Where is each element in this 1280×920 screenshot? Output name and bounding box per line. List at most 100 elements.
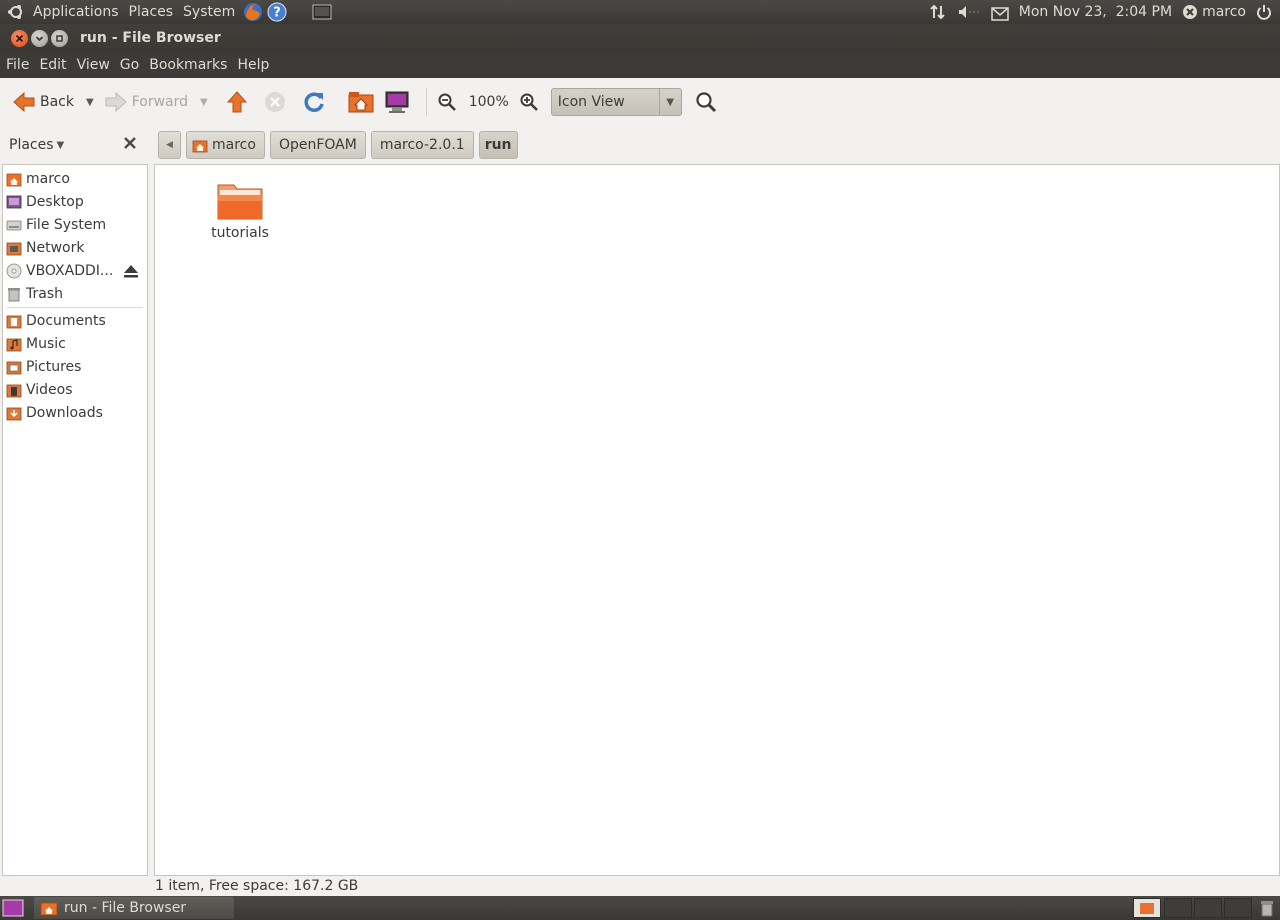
home-folder-icon bbox=[6, 173, 22, 186]
restore-icon bbox=[56, 34, 63, 42]
sidebar-separator bbox=[7, 307, 143, 308]
reload-icon bbox=[304, 92, 324, 112]
back-button[interactable]: Back bbox=[10, 85, 76, 119]
menu-go[interactable]: Go bbox=[115, 53, 144, 77]
file-item-tutorials[interactable]: tutorials bbox=[201, 181, 279, 241]
close-window-button[interactable] bbox=[11, 29, 28, 47]
forward-button[interactable]: Forward bbox=[102, 85, 190, 119]
volume-icon[interactable] bbox=[957, 3, 981, 21]
maximize-window-button[interactable] bbox=[51, 29, 68, 47]
show-desktop-icon[interactable] bbox=[312, 4, 332, 20]
sidebar-item-downloads[interactable]: Downloads bbox=[3, 401, 147, 424]
mail-icon[interactable] bbox=[990, 5, 1009, 21]
menu-bookmarks[interactable]: Bookmarks bbox=[144, 53, 232, 77]
file-view[interactable]: tutorials bbox=[154, 164, 1280, 876]
reload-button[interactable] bbox=[300, 85, 328, 119]
pathbar-scroll-left-button[interactable]: ◀ bbox=[158, 131, 181, 159]
status-bar: 1 item, Free space: 167.2 GB bbox=[155, 878, 359, 894]
trash-icon[interactable] bbox=[1258, 899, 1276, 917]
view-mode-select[interactable]: Icon View ▼ bbox=[550, 88, 682, 116]
menu-help[interactable]: Help bbox=[232, 53, 274, 77]
sidebar-item-label: Network bbox=[26, 239, 85, 256]
trash-applet[interactable] bbox=[1133, 898, 1161, 918]
sidebar-item-documents[interactable]: Documents bbox=[3, 309, 147, 332]
sidebar-item-label: Desktop bbox=[26, 193, 84, 210]
forward-history-dropdown[interactable]: ▼ bbox=[200, 97, 208, 108]
clock[interactable]: Mon Nov 23, 2:04 PM bbox=[1019, 0, 1172, 24]
breadcrumb-openfoam[interactable]: OpenFOAM bbox=[269, 131, 366, 159]
back-history-dropdown[interactable]: ▼ bbox=[86, 97, 94, 108]
breadcrumb-marco[interactable]: marco bbox=[186, 131, 265, 159]
sidebar-item-label: Videos bbox=[26, 381, 73, 398]
forward-label: Forward bbox=[131, 94, 189, 110]
menu-edit[interactable]: Edit bbox=[34, 53, 71, 77]
help-icon[interactable]: ? bbox=[266, 1, 288, 23]
view-mode-value: Icon View bbox=[557, 94, 625, 110]
menu-view[interactable]: View bbox=[72, 53, 115, 77]
up-button[interactable] bbox=[224, 85, 250, 119]
minimize-window-button[interactable] bbox=[31, 29, 48, 47]
eject-icon[interactable] bbox=[123, 263, 139, 279]
places-menu[interactable]: Places bbox=[124, 0, 179, 24]
breadcrumb-marco-2-0-1[interactable]: marco-2.0.1 bbox=[370, 131, 474, 159]
sidebar-item-trash[interactable]: Trash bbox=[3, 282, 147, 305]
zoom-out-button[interactable] bbox=[435, 85, 459, 119]
cdrom-icon bbox=[6, 263, 22, 278]
close-icon bbox=[15, 34, 24, 42]
close-sidebar-button[interactable] bbox=[122, 136, 138, 152]
firefox-icon[interactable] bbox=[242, 1, 264, 23]
sidebar-item-marco[interactable]: marco bbox=[3, 167, 147, 190]
system-menu[interactable]: System bbox=[178, 0, 240, 24]
taskbar-item-file-browser[interactable]: run - File Browser bbox=[34, 897, 234, 919]
home-folder-icon bbox=[40, 902, 58, 916]
network-icon bbox=[6, 242, 22, 255]
places-header-label: Places bbox=[9, 137, 54, 153]
folder-icon bbox=[217, 184, 263, 220]
workspace-4[interactable] bbox=[1224, 898, 1252, 918]
workspace-2[interactable] bbox=[1164, 898, 1192, 918]
network-indicator-icon[interactable] bbox=[929, 3, 947, 21]
sidebar-item-file-system[interactable]: File System bbox=[3, 213, 147, 236]
zoom-in-icon bbox=[520, 93, 538, 111]
videos-folder-icon bbox=[6, 384, 22, 397]
breadcrumb-run[interactable]: run bbox=[478, 131, 518, 159]
user-status-icon[interactable] bbox=[1182, 4, 1198, 20]
home-button[interactable] bbox=[346, 85, 376, 119]
breadcrumb-label: marco bbox=[212, 137, 256, 153]
taskbar-item-label: run - File Browser bbox=[64, 900, 187, 916]
sidebar-item-music[interactable]: Music bbox=[3, 332, 147, 355]
sidebar-item-label: Pictures bbox=[26, 358, 82, 375]
sidebar-item-videos[interactable]: Videos bbox=[3, 378, 147, 401]
power-icon[interactable] bbox=[1256, 4, 1272, 20]
trash-icon bbox=[8, 287, 20, 301]
chevron-down-icon: ▼ bbox=[658, 89, 681, 115]
computer-button[interactable] bbox=[382, 85, 412, 119]
show-desktop-icon[interactable] bbox=[2, 899, 24, 917]
ubuntu-logo-icon[interactable] bbox=[4, 0, 28, 24]
sidebar-item-label: Music bbox=[26, 335, 66, 352]
workspace-3[interactable] bbox=[1194, 898, 1222, 918]
bottom-panel: run - File Browser bbox=[0, 896, 1280, 920]
sidebar-item-vboxadditions[interactable]: VBOXADDI... bbox=[3, 259, 147, 282]
zoom-in-button[interactable] bbox=[517, 85, 541, 119]
applications-menu[interactable]: Applications bbox=[28, 0, 124, 24]
stop-button[interactable] bbox=[262, 85, 288, 119]
stop-icon bbox=[264, 92, 285, 112]
sidebar-item-pictures[interactable]: Pictures bbox=[3, 355, 147, 378]
downloads-folder-icon bbox=[6, 407, 22, 420]
menu-file[interactable]: File bbox=[1, 53, 34, 77]
breadcrumb-label: OpenFOAM bbox=[278, 137, 357, 153]
sidebar-item-label: Trash bbox=[26, 285, 63, 302]
search-button[interactable] bbox=[692, 85, 720, 119]
breadcrumb-label: marco-2.0.1 bbox=[379, 137, 465, 153]
window-title: run - File Browser bbox=[80, 30, 221, 46]
back-label: Back bbox=[40, 94, 74, 110]
breadcrumb-label: run bbox=[484, 137, 512, 153]
user-name[interactable]: marco bbox=[1202, 0, 1246, 24]
sidebar-item-network[interactable]: Network bbox=[3, 236, 147, 259]
sidebar-item-desktop[interactable]: Desktop bbox=[3, 190, 147, 213]
zoom-level[interactable]: 100% bbox=[469, 94, 509, 110]
sidebar-item-label: Downloads bbox=[26, 404, 103, 421]
close-icon bbox=[124, 137, 136, 149]
window-title-bar[interactable]: run - File Browser bbox=[0, 24, 1280, 52]
